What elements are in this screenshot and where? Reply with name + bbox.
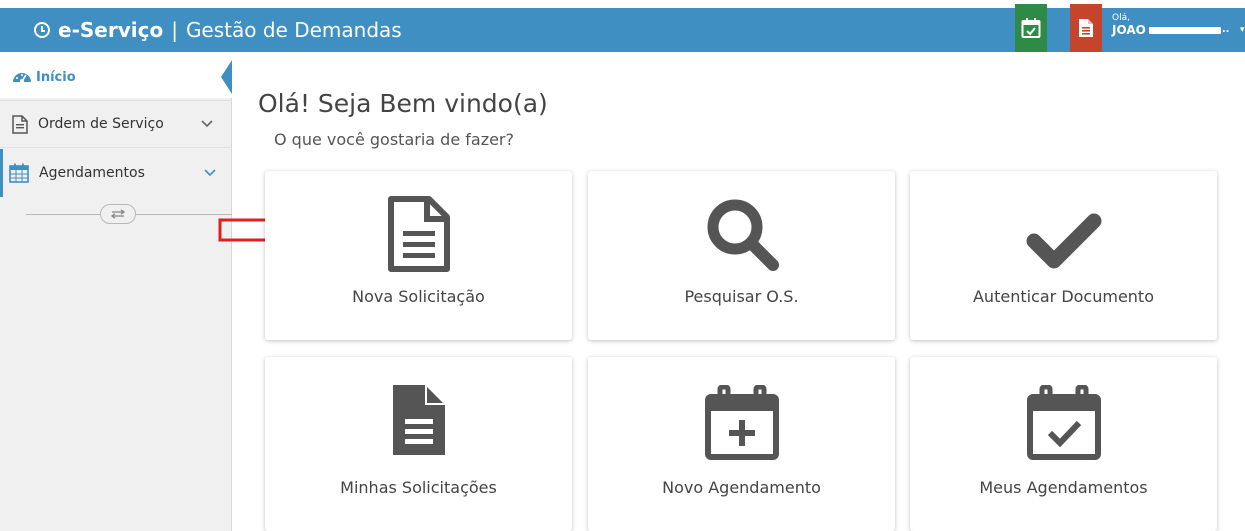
sidebar-item-agendamentos[interactable]: Agendamentos (0, 149, 232, 197)
app-brand[interactable]: e-Serviço | Gestão de Demandas (34, 8, 402, 52)
search-icon (707, 199, 779, 271)
calendar-plus-icon (704, 385, 779, 460)
redacted-name-mask (1148, 26, 1221, 34)
calendar-icon (9, 163, 29, 183)
top-header: e-Serviço | Gestão de Demandas Olá, JOAO… (0, 0, 1245, 56)
swap-arrows-icon (110, 209, 126, 219)
sidebar-item-label: Agendamentos (39, 165, 145, 181)
tile-label: Minhas Solicitações (340, 478, 497, 497)
sidebar-toggle-button[interactable] (100, 204, 136, 224)
tile-icon-wrap (910, 385, 1217, 461)
document-icon (1079, 19, 1093, 37)
tile-label: Nova Solicitação (352, 287, 485, 306)
document-outline-icon (387, 196, 450, 272)
sidebar-item-label: Ordem de Serviço (38, 116, 164, 132)
brand-subtitle: Gestão de Demandas (185, 18, 402, 42)
tile-icon-wrap (910, 211, 1217, 271)
checkmark-icon (1026, 213, 1101, 269)
document-filled-icon (392, 385, 445, 455)
active-marker (221, 60, 232, 94)
tile-novo-agendamento[interactable]: Novo Agendamento (588, 357, 895, 531)
tile-label: Autenticar Documento (972, 287, 1154, 306)
agenda-header-button[interactable] (1015, 4, 1047, 52)
sidebar-item-ordem-de-servico[interactable]: Ordem de Serviço (0, 100, 232, 148)
user-name: JOAO (1112, 23, 1146, 37)
tile-label: Meus Agendamentos (979, 478, 1148, 497)
toggle-divider (26, 214, 100, 215)
user-menu[interactable]: Olá, JOAO .. ▾ (1112, 12, 1245, 36)
tile-nova-solicitacao[interactable]: Nova Solicitação (265, 171, 572, 340)
welcome-heading: Olá! Seja Bem vindo(a) (258, 89, 548, 118)
tile-icon-wrap (265, 195, 572, 273)
clock-icon (34, 22, 50, 38)
chevron-down-icon (204, 166, 216, 180)
brand-name: e-Serviço (58, 18, 164, 42)
tile-meus-agendamentos[interactable]: Meus Agendamentos (910, 357, 1217, 531)
tile-pesquisar-os[interactable]: Pesquisar O.S. (588, 171, 895, 340)
tile-minhas-solicitacoes[interactable]: Minhas Solicitações (265, 357, 572, 531)
tile-label: Novo Agendamento (662, 478, 821, 497)
tile-icon-wrap (588, 385, 895, 461)
sidebar-item-label: Início (36, 69, 76, 85)
user-name-row: JOAO .. (1112, 24, 1229, 36)
welcome-question: O que você gostaria de fazer? (274, 130, 514, 149)
calendar-check-icon (1021, 18, 1041, 38)
tile-label: Pesquisar O.S. (684, 287, 799, 306)
chevron-down-icon (201, 117, 213, 131)
tile-autenticar-documento[interactable]: Autenticar Documento (910, 171, 1217, 340)
dashboard-icon (12, 69, 32, 85)
calendar-check-icon (1026, 385, 1101, 460)
sidebar: Início Ordem de Serviço Agendamentos (0, 56, 232, 531)
tile-icon-wrap (265, 385, 572, 455)
document-header-button[interactable] (1070, 4, 1102, 52)
caret-down-icon: ▾ (1240, 25, 1245, 35)
brand-separator: | (171, 18, 178, 42)
sidebar-item-inicio[interactable]: Início (0, 56, 232, 98)
name-ellipsis: .. (1221, 24, 1230, 35)
document-icon (12, 114, 28, 134)
tile-icon-wrap (588, 195, 895, 273)
